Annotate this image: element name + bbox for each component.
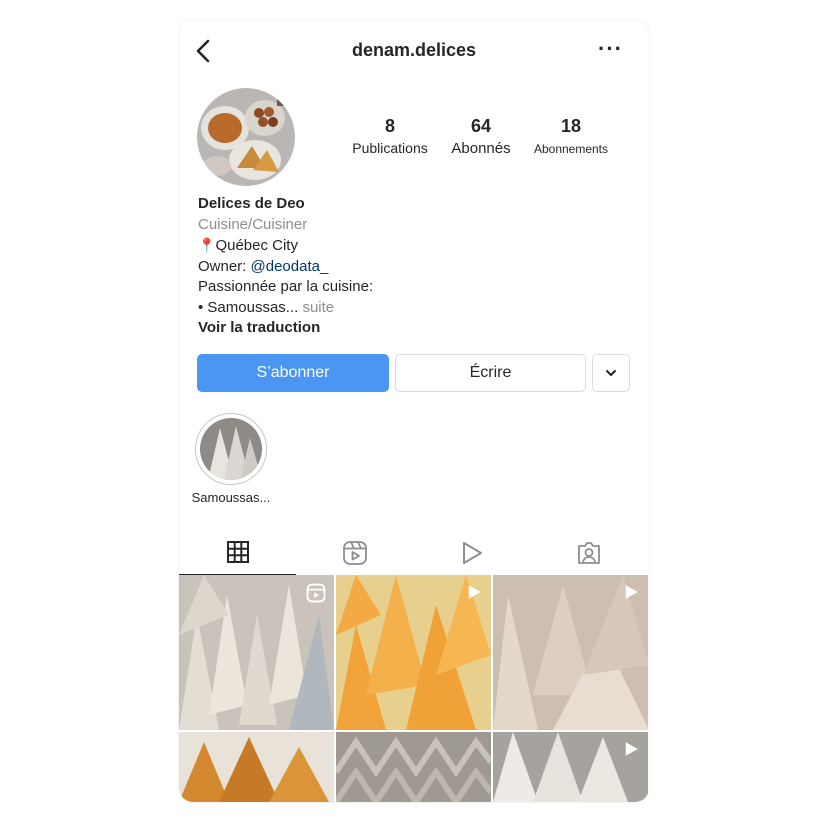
tab-tagged[interactable]: [530, 530, 647, 575]
stat-followers-label: Abonnés: [451, 140, 511, 157]
stat-following[interactable]: 18 Abonnements: [525, 116, 617, 156]
profile-bio: Delices de Deo Cuisine/Cuisiner 📍Québec …: [198, 194, 373, 339]
bio-passion-line: Passionnée par la cuisine:: [198, 278, 374, 295]
grid-post[interactable]: [493, 732, 648, 802]
posts-grid: [179, 575, 649, 802]
stat-posts[interactable]: 8 Publications: [349, 116, 431, 156]
grid-post[interactable]: [336, 575, 491, 730]
tab-videos[interactable]: [413, 530, 530, 575]
profile-username: denam.delices: [351, 40, 477, 60]
bio-location: Québec City: [215, 237, 298, 254]
bio-more-link[interactable]: suite: [298, 299, 334, 316]
story-highlight[interactable]: [195, 413, 267, 485]
profile-tabs: [179, 530, 649, 575]
stat-followers-value: 64: [470, 116, 492, 136]
video-play-icon: [625, 742, 638, 756]
post-thumbnail: [336, 732, 491, 802]
stat-following-value: 18: [560, 116, 582, 136]
top-bar: denam.delices ···: [179, 20, 649, 82]
highlight-cover-image: [200, 418, 262, 480]
follow-button[interactable]: S’abonner: [197, 354, 389, 392]
tab-posts-grid[interactable]: [179, 530, 296, 575]
message-button[interactable]: Écrire: [395, 354, 586, 392]
location-pin-icon: 📍: [198, 237, 216, 253]
post-thumbnail: [179, 732, 334, 802]
translate-link[interactable]: Voir la traduction: [198, 318, 373, 339]
grid-icon: [226, 541, 249, 563]
avatar[interactable]: [197, 88, 295, 186]
grid-post[interactable]: [179, 732, 334, 802]
profile-screen: denam.delices ··· 8 Publications 64 Abon…: [179, 20, 649, 802]
more-horizontal-icon[interactable]: ···: [598, 38, 623, 60]
stat-posts-value: 8: [384, 116, 395, 136]
tab-reels[interactable]: [296, 530, 413, 575]
chevron-down-icon: [606, 370, 616, 376]
bio-owner-line: Owner: @deodata_: [198, 257, 373, 278]
video-play-icon: [468, 585, 481, 599]
profile-display-name: Delices de Deo: [198, 195, 305, 212]
bio-item-line: • Samoussas... suite: [198, 298, 373, 319]
grid-post[interactable]: [493, 575, 648, 730]
stat-following-label: Abonnements: [533, 142, 609, 156]
reels-icon: [342, 540, 367, 565]
avatar-food-image: [197, 88, 295, 186]
grid-post[interactable]: [179, 575, 334, 730]
bio-owner-prefix: Owner:: [198, 257, 251, 275]
story-highlight-label: Samoussas...: [191, 490, 271, 505]
grid-post[interactable]: [336, 732, 491, 802]
tagged-icon: [577, 541, 600, 564]
video-play-icon: [462, 541, 482, 564]
stat-followers[interactable]: 64 Abonnés: [441, 116, 521, 157]
owner-handle-link[interactable]: @deodata_: [251, 258, 329, 275]
video-play-icon: [625, 585, 638, 599]
bio-item-text: • Samoussas...: [198, 298, 299, 316]
reels-icon: [306, 583, 326, 603]
stat-posts-label: Publications: [352, 140, 428, 156]
bio-location-line: 📍Québec City: [198, 235, 373, 257]
suggestions-dropdown-button[interactable]: [592, 354, 630, 392]
profile-category: Cuisine/Cuisiner: [198, 215, 308, 233]
